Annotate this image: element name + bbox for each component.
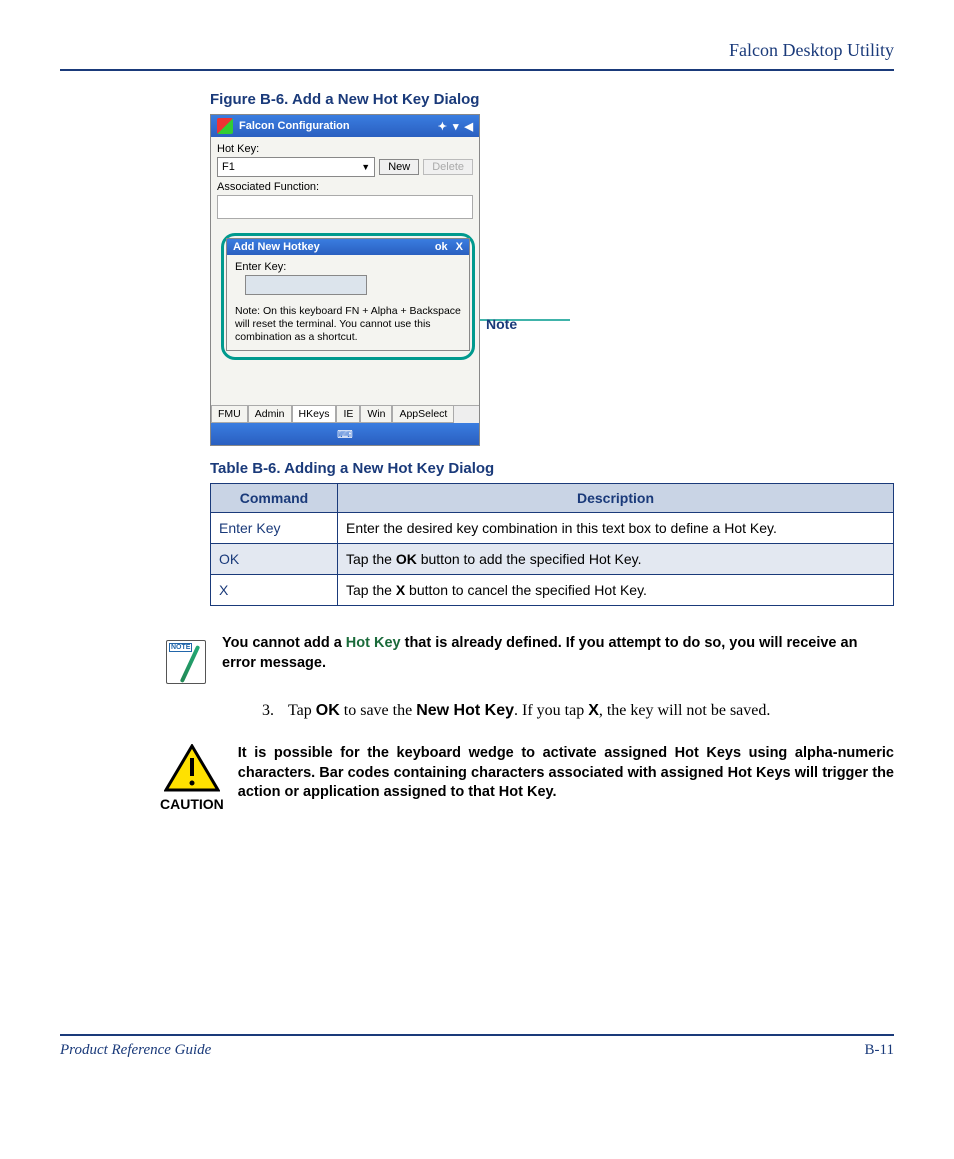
table-row: OK Tap the OK button to add the specifie… bbox=[211, 544, 894, 575]
caution-icon bbox=[164, 744, 220, 792]
enter-key-label: Enter Key: bbox=[235, 261, 461, 273]
tab-fmu[interactable]: FMU bbox=[211, 406, 248, 423]
speaker-icon: ◀ bbox=[465, 120, 473, 133]
hotkey-value: F1 bbox=[222, 161, 235, 173]
note-block: You cannot add a Hot Key that is already… bbox=[160, 634, 894, 686]
popup-titlebar: Add New Hotkey ok X bbox=[227, 239, 469, 255]
mock-titlebar: Falcon Configuration ✦ ▾ ◀ bbox=[211, 115, 479, 137]
mock-tabs: FMU Admin HKeys IE Win AppSelect bbox=[211, 405, 479, 423]
signal-icon: ▾ bbox=[453, 120, 459, 133]
footer: Product Reference Guide B-11 bbox=[60, 1034, 894, 1059]
mock-taskbar: ⌨ bbox=[211, 423, 479, 445]
hotkey-label: Hot Key: bbox=[217, 143, 473, 155]
footer-rule bbox=[60, 1034, 894, 1036]
screenshot-mock: Falcon Configuration ✦ ▾ ◀ Hot Key: F1 ▼… bbox=[210, 114, 480, 446]
reference-table: Command Description Enter Key Enter the … bbox=[210, 483, 894, 606]
callout-label: Note bbox=[486, 316, 517, 332]
enter-key-input[interactable] bbox=[245, 275, 367, 295]
mock-window-title: Falcon Configuration bbox=[239, 120, 350, 132]
header-title: Falcon Desktop Utility bbox=[60, 40, 894, 61]
footer-page-number: B-11 bbox=[865, 1042, 894, 1059]
th-command: Command bbox=[211, 484, 338, 513]
keyboard-icon[interactable]: ⌨ bbox=[337, 428, 353, 441]
th-description: Description bbox=[338, 484, 894, 513]
table-row: Enter Key Enter the desired key combinat… bbox=[211, 513, 894, 544]
note-text: You cannot add a Hot Key that is already… bbox=[222, 634, 894, 673]
connectivity-icon: ✦ bbox=[438, 120, 447, 133]
desc-cell: Tap the OK button to add the specified H… bbox=[338, 544, 894, 575]
step-number: 3. bbox=[262, 702, 288, 720]
popup-note-text: Note: On this keyboard FN + Alpha + Back… bbox=[227, 305, 469, 350]
tab-appselect[interactable]: AppSelect bbox=[392, 406, 454, 423]
mock-body: Hot Key: F1 ▼ New Delete Associated Func… bbox=[211, 137, 479, 445]
footer-left: Product Reference Guide bbox=[60, 1042, 211, 1059]
windows-logo-icon bbox=[217, 118, 233, 134]
desc-cell: Tap the X button to cancel the specified… bbox=[338, 575, 894, 606]
callout: Note bbox=[480, 310, 590, 348]
tab-admin[interactable]: Admin bbox=[248, 406, 292, 423]
step-3: 3. Tap OK to save the New Hot Key. If yo… bbox=[262, 702, 894, 720]
new-button[interactable]: New bbox=[379, 159, 419, 175]
chevron-down-icon: ▼ bbox=[361, 162, 370, 172]
desc-cell: Enter the desired key combination in thi… bbox=[338, 513, 894, 544]
cmd-cell: Enter Key bbox=[211, 513, 338, 544]
tab-win[interactable]: Win bbox=[360, 406, 392, 423]
popup-close-button[interactable]: X bbox=[456, 241, 463, 253]
table-row: X Tap the X button to cancel the specifi… bbox=[211, 575, 894, 606]
tab-ie[interactable]: IE bbox=[336, 406, 360, 423]
figure-title: Figure B-6. Add a New Hot Key Dialog bbox=[210, 91, 894, 108]
header-rule bbox=[60, 69, 894, 71]
cmd-cell: OK bbox=[211, 544, 338, 575]
cmd-cell: X bbox=[211, 575, 338, 606]
note-icon bbox=[160, 634, 208, 686]
caution-text: It is possible for the keyboard wedge to… bbox=[238, 744, 894, 803]
caution-label: CAUTION bbox=[160, 796, 224, 812]
caution-block: CAUTION It is possible for the keyboard … bbox=[160, 744, 894, 812]
assoc-function-box bbox=[217, 195, 473, 219]
popup-title-text: Add New Hotkey bbox=[233, 241, 320, 253]
tab-hkeys[interactable]: HKeys bbox=[292, 406, 337, 423]
popup-ok-button[interactable]: ok bbox=[435, 241, 448, 253]
table-title: Table B-6. Adding a New Hot Key Dialog bbox=[210, 460, 894, 477]
assoc-function-label: Associated Function: bbox=[217, 181, 473, 193]
hotkey-select[interactable]: F1 ▼ bbox=[217, 157, 375, 177]
popup-highlight: Add New Hotkey ok X Enter Key: Note: On … bbox=[221, 233, 475, 360]
delete-button: Delete bbox=[423, 159, 473, 175]
